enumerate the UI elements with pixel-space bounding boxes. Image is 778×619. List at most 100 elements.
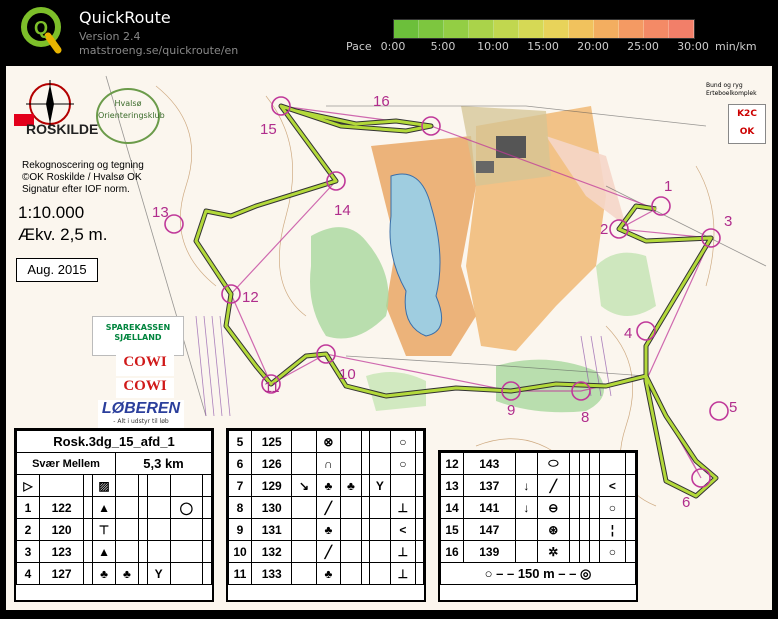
svg-text:6: 6 [682, 494, 690, 511]
down-arrow-icon: ↓ [514, 474, 539, 497]
vegetation-area [596, 252, 656, 316]
pace-color-segment [669, 20, 694, 38]
angle-icon: < [599, 474, 626, 497]
finish-distance: 150 m [517, 565, 555, 581]
credit-line: ©OK Roskilde / Hvalsø OK [22, 172, 142, 183]
angle-icon: < [389, 518, 416, 541]
line-icon: ╱ [537, 474, 570, 497]
control-code: 147 [463, 518, 516, 541]
sponsor-text: SPAREKASSEN SJÆLLAND [105, 323, 171, 342]
angle-icon: Y [146, 562, 171, 585]
corner-text: Bund og ryg Erteboelkomplek [706, 82, 757, 98]
control-code: 129 [250, 474, 293, 497]
vegetation-icon: ♣ [92, 562, 117, 585]
control-number: 8 [228, 496, 252, 519]
end-icon: ⊥ [389, 562, 416, 585]
end-icon: ⊥ [389, 496, 416, 519]
control-number: 12 [440, 452, 464, 475]
sponsor-text: LØBEREN [101, 400, 181, 417]
sponsor-cowi-2: COWI [116, 378, 174, 398]
control-code: 130 [250, 496, 293, 519]
control-number: 4 [16, 562, 40, 585]
control-description-3: 12 143 ⬭ 13 137 ↓ ╱ < 14 141 ↓ ⊖ ○ 15 147 ⊛ ¦ 16 139 ✲ ○… [438, 450, 638, 602]
control-code: 122 [38, 496, 85, 519]
orienteering-map[interactable]: 1 2 3 4 5 6 8 9 10 11 12 13 14 15 16 ROS… [6, 66, 772, 610]
control-code: 137 [463, 474, 516, 497]
vegetation-icon: ♣ [115, 562, 139, 585]
circle-icon: ○ [389, 452, 416, 475]
pace-tick: 25:00 [627, 40, 659, 53]
vegetation-icon: ♣ [315, 562, 342, 585]
pace-color-segment [619, 20, 644, 38]
circle-icon: ○ [599, 496, 626, 519]
svg-text:8: 8 [581, 409, 589, 426]
svg-text:1: 1 [664, 178, 672, 195]
sponsor-loberen: LØBEREN - Alt i udstyr til løb [98, 400, 184, 428]
hills-icon: ▲ [92, 540, 117, 563]
control-number: 9 [228, 518, 252, 541]
control-number: 2 [16, 518, 40, 541]
svg-text:12: 12 [242, 289, 259, 306]
pace-color-segment [644, 20, 669, 38]
control-code: 126 [250, 452, 293, 475]
pace-color-segment [519, 20, 544, 38]
pace-tick: 5:00 [430, 40, 456, 53]
pit-icon: ⊤ [92, 518, 117, 541]
thicket-icon: ✲ [537, 540, 570, 563]
pace-color-segment [494, 20, 519, 38]
finish-row: ○ – – 150 m – – ◎ [440, 562, 636, 585]
pit-icon: ⊖ [537, 496, 570, 519]
control-code: 131 [250, 518, 293, 541]
down-arrow-icon: ↓ [514, 496, 539, 519]
circle-icon: ○ [389, 430, 416, 453]
circle-icon: ◯ [169, 496, 204, 519]
pace-tick: 30:00 [677, 40, 709, 53]
svg-text:Q: Q [34, 18, 48, 38]
control-code: 143 [463, 452, 516, 475]
corner-badge: K2C OK [728, 104, 766, 144]
bar-icon: ¦ [599, 518, 626, 541]
control-number: 3 [16, 540, 40, 563]
map-credits: Rekognoscering og tegning ©OK Roskilde /… [22, 160, 144, 196]
control-number: 10 [228, 540, 252, 563]
end-icon: ⊥ [389, 540, 416, 563]
control-number: 14 [440, 496, 464, 519]
sponsor-subtext: - Alt i udstyr til løb [113, 418, 169, 425]
control-number: 15 [440, 518, 464, 541]
control-description-2: 5 125 ⊗ ○ 6 126 ∩ ○ 7 129 ↘ ♣ ♣ Y 8 130 ╱ ⊥ 9 131 ♣ < 10 1… [226, 428, 426, 602]
control-code: 123 [38, 540, 85, 563]
control-code: 125 [250, 430, 293, 453]
knoll-curve-icon: ∩ [315, 452, 342, 475]
sponsor-text: COWI [123, 378, 167, 394]
sponsor-text: COWI [123, 354, 167, 370]
club-badge: Hvalsø Orienteringsklub [96, 88, 165, 144]
credit-line: Rekognoscering og tegning [22, 160, 144, 171]
control-number: 11 [228, 562, 252, 585]
pace-color-segment [394, 20, 419, 38]
course-name: Rosk.3dg_15_afd_1 [16, 430, 212, 453]
control-number: 5 [228, 430, 252, 453]
pace-color-segment [469, 20, 494, 38]
pace-tick: 10:00 [477, 40, 509, 53]
start-triangle-icon: ▷ [16, 474, 40, 497]
svg-text:15: 15 [260, 121, 277, 138]
circle-icon: ○ [599, 540, 626, 563]
control-code: 120 [38, 518, 85, 541]
pace-color-segment [594, 20, 619, 38]
vegetation-icon: ♣ [340, 474, 362, 497]
svg-text:9: 9 [507, 402, 515, 419]
map-scale: 1:10.000 [18, 203, 85, 222]
contour-interval: Ækv. 2,5 m. [18, 225, 108, 244]
pace-tick: 0:00 [380, 40, 406, 53]
sponsor-sparekassen: SPAREKASSEN SJÆLLAND [92, 316, 184, 356]
pace-color-segment [419, 20, 444, 38]
symbol-icon: ▨ [92, 474, 117, 497]
control-code: 127 [38, 562, 85, 585]
knoll-icon: ▲ [92, 496, 117, 519]
pace-color-scale [393, 19, 695, 39]
pace-color-segment [569, 20, 594, 38]
pace-color-segment [544, 20, 569, 38]
credit-line: Signatur efter IOF norm. [22, 184, 130, 195]
line-icon: ╱ [315, 540, 342, 563]
vegetation-icon: ♣ [315, 518, 342, 541]
